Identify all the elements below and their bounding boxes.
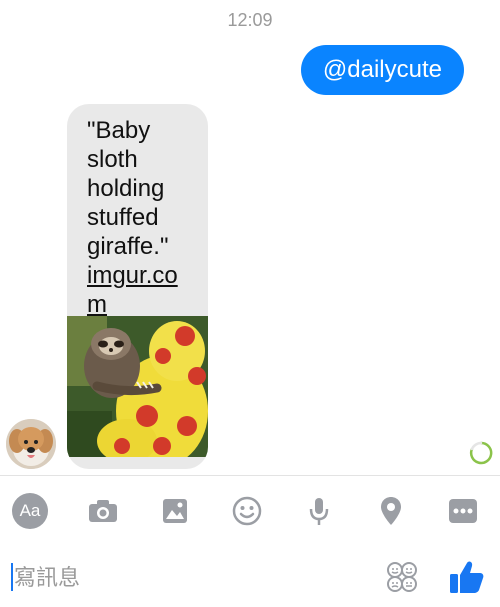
message-toolbar: Aa: [0, 486, 500, 536]
incoming-message-link[interactable]: imgur.com: [87, 261, 188, 319]
message-timestamp: 12:09: [227, 10, 273, 30]
gallery-button[interactable]: [155, 486, 195, 536]
puppy-avatar-image: [6, 419, 56, 469]
more-button[interactable]: [443, 486, 483, 536]
microphone-button[interactable]: [299, 486, 339, 536]
message-input[interactable]: [12, 562, 316, 594]
message-composer: [0, 555, 500, 603]
composer-divider: [0, 475, 500, 476]
location-icon: [381, 497, 401, 525]
microphone-icon: [309, 498, 329, 525]
emoji-button[interactable]: [227, 486, 267, 536]
camera-icon: [89, 500, 117, 522]
outgoing-message-text: @dailycute: [322, 56, 442, 83]
camera-button[interactable]: [83, 486, 123, 536]
emoji-icon: [232, 496, 262, 526]
sending-spinner-icon: [469, 441, 493, 465]
location-button[interactable]: [371, 486, 411, 536]
sticker-icon[interactable]: [386, 561, 418, 593]
aa-icon: Aa: [12, 493, 48, 529]
incoming-message-caption: "Baby sloth holding stuffed giraffe.": [87, 117, 169, 260]
outgoing-message-bubble[interactable]: @dailycute: [300, 45, 464, 95]
gallery-icon: [163, 499, 187, 523]
text-style-button[interactable]: Aa: [10, 486, 50, 536]
thumbs-up-icon[interactable]: [448, 559, 484, 595]
puppy-avatar[interactable]: [6, 419, 56, 469]
incoming-message-text-block: "Baby sloth holding stuffed giraffe." im…: [67, 104, 208, 319]
incoming-message-bubble[interactable]: "Baby sloth holding stuffed giraffe." im…: [67, 104, 208, 469]
more-icon: [449, 499, 477, 523]
sloth-photo[interactable]: [67, 316, 208, 457]
